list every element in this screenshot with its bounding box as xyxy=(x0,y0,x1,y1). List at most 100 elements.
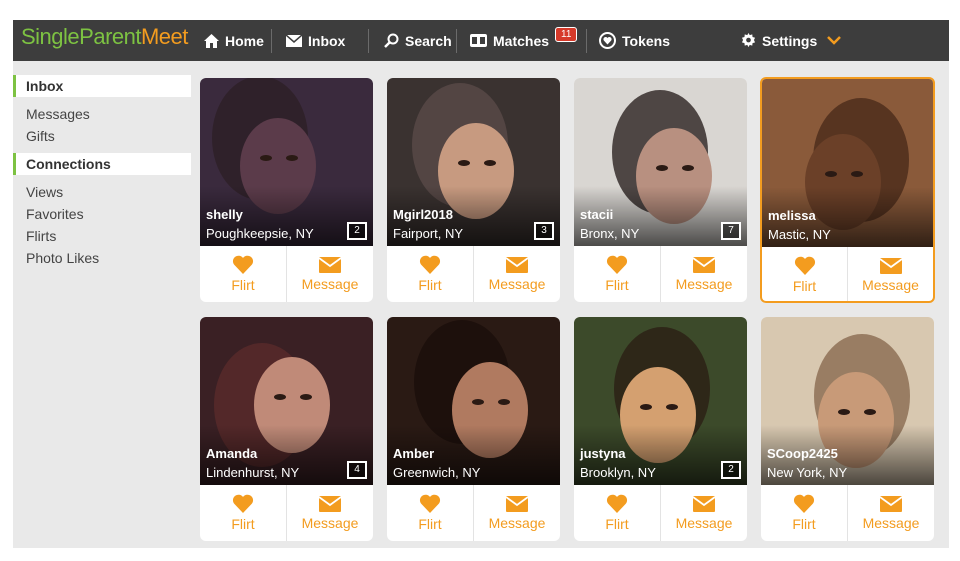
flirt-button[interactable]: Flirt xyxy=(200,485,286,541)
profile-location: Fairport, NY xyxy=(393,226,464,241)
message-label: Message xyxy=(301,514,359,531)
sidebar-item-views[interactable]: Views xyxy=(13,181,191,203)
profile-card[interactable]: justyna Brooklyn, NY 2 Flirt Message xyxy=(574,317,747,541)
profile-photo[interactable]: SCoop2425 New York, NY xyxy=(761,317,934,485)
photo-count-badge[interactable]: 2 xyxy=(347,222,367,240)
envelope-icon xyxy=(693,495,715,512)
profile-name[interactable]: shelly xyxy=(206,207,243,222)
flirt-button[interactable]: Flirt xyxy=(761,485,847,541)
profile-photo[interactable]: stacii Bronx, NY 7 xyxy=(574,78,747,246)
nav-tokens[interactable]: Tokens xyxy=(599,20,670,61)
profile-card[interactable]: SCoop2425 New York, NY Flirt Message xyxy=(761,317,934,541)
message-button[interactable]: Message xyxy=(286,485,373,541)
message-label: Message xyxy=(488,514,546,531)
message-label: Message xyxy=(675,275,733,292)
profile-photo[interactable]: melissa Mastic, NY xyxy=(762,79,933,247)
heart-icon xyxy=(606,255,628,274)
profile-name[interactable]: SCoop2425 xyxy=(767,446,838,461)
flirt-button[interactable]: Flirt xyxy=(387,246,473,302)
flirt-button[interactable]: Flirt xyxy=(574,246,660,302)
profile-actions: Flirt Message xyxy=(761,485,934,541)
nav-home[interactable]: Home xyxy=(204,20,264,61)
nav-matches[interactable]: Matches 11 xyxy=(470,20,578,61)
nav-search[interactable]: Search xyxy=(384,20,452,61)
profile-photo[interactable]: shelly Poughkeepsie, NY 2 xyxy=(200,78,373,246)
app-window: SingleParentMeet Home Inbox Search Match… xyxy=(13,20,949,548)
profile-name[interactable]: Mgirl2018 xyxy=(393,207,453,222)
profile-card[interactable]: stacii Bronx, NY 7 Flirt Message xyxy=(574,78,747,302)
message-label: Message xyxy=(301,275,359,292)
search-icon xyxy=(384,33,399,48)
photo-count-badge[interactable]: 2 xyxy=(721,461,741,479)
message-button[interactable]: Message xyxy=(847,247,933,301)
message-button[interactable]: Message xyxy=(660,246,747,302)
flirt-label: Flirt xyxy=(792,278,817,294)
message-button[interactable]: Message xyxy=(286,246,373,302)
flirt-label: Flirt xyxy=(231,277,255,293)
profile-location: Bronx, NY xyxy=(580,226,640,241)
profile-actions: Flirt Message xyxy=(574,246,747,302)
profile-card[interactable]: Amber Greenwich, NY Flirt Message xyxy=(387,317,560,541)
sidebar-heading-connections[interactable]: Connections xyxy=(13,153,191,175)
profile-photo[interactable]: Amber Greenwich, NY xyxy=(387,317,560,485)
flirt-label: Flirt xyxy=(605,277,629,293)
profile-name[interactable]: Amber xyxy=(393,446,434,461)
photo-count-badge[interactable]: 3 xyxy=(534,222,554,240)
profile-photo[interactable]: Amanda Lindenhurst, NY 4 xyxy=(200,317,373,485)
envelope-icon xyxy=(506,256,528,273)
profile-photo[interactable]: justyna Brooklyn, NY 2 xyxy=(574,317,747,485)
sidebar-heading-inbox[interactable]: Inbox xyxy=(13,75,191,97)
nav-settings[interactable]: Settings xyxy=(741,20,847,61)
matches-icon xyxy=(470,34,487,47)
brand-logo[interactable]: SingleParentMeet xyxy=(21,24,188,50)
nav-inbox-label: Inbox xyxy=(308,32,346,49)
home-icon xyxy=(204,33,219,48)
heart-icon xyxy=(419,494,441,513)
profile-card[interactable]: melissa Mastic, NY Flirt Message xyxy=(760,77,935,303)
photo-count-badge[interactable]: 7 xyxy=(721,222,741,240)
message-button[interactable]: Message xyxy=(847,485,934,541)
profile-name[interactable]: Amanda xyxy=(206,446,257,461)
gear-icon xyxy=(741,33,756,48)
sidebar-item-messages[interactable]: Messages xyxy=(13,103,191,125)
profile-card[interactable]: Mgirl2018 Fairport, NY 3 Flirt Message xyxy=(387,78,560,302)
flirt-button[interactable]: Flirt xyxy=(200,246,286,302)
profile-name[interactable]: justyna xyxy=(580,446,626,461)
sidebar: Inbox Messages Gifts Connections Views F… xyxy=(13,75,191,269)
envelope-icon xyxy=(506,495,528,512)
profile-card[interactable]: Amanda Lindenhurst, NY 4 Flirt Message xyxy=(200,317,373,541)
profile-card[interactable]: shelly Poughkeepsie, NY 2 Flirt Message xyxy=(200,78,373,302)
heart-icon xyxy=(794,256,815,275)
heart-icon xyxy=(419,255,441,274)
sidebar-item-flirts[interactable]: Flirts xyxy=(13,225,191,247)
profile-actions: Flirt Message xyxy=(762,247,933,301)
flirt-button[interactable]: Flirt xyxy=(762,247,847,301)
flirt-button[interactable]: Flirt xyxy=(387,485,473,541)
envelope-icon xyxy=(879,257,902,274)
nav-search-label: Search xyxy=(405,32,452,49)
sidebar-item-photo-likes[interactable]: Photo Likes xyxy=(13,247,191,269)
message-button[interactable]: Message xyxy=(473,485,560,541)
heart-icon xyxy=(232,255,254,274)
sidebar-item-favorites[interactable]: Favorites xyxy=(13,203,191,225)
message-label: Message xyxy=(488,275,546,292)
nav-inbox[interactable]: Inbox xyxy=(286,20,345,61)
message-label: Message xyxy=(862,514,920,531)
flirt-label: Flirt xyxy=(231,516,255,532)
profile-name[interactable]: melissa xyxy=(768,208,816,223)
message-button[interactable]: Message xyxy=(660,485,747,541)
photo-count-badge[interactable]: 4 xyxy=(347,461,367,479)
profile-photo[interactable]: Mgirl2018 Fairport, NY 3 xyxy=(387,78,560,246)
profile-location: Greenwich, NY xyxy=(393,465,481,480)
sidebar-item-gifts[interactable]: Gifts xyxy=(13,125,191,147)
flirt-button[interactable]: Flirt xyxy=(574,485,660,541)
envelope-icon xyxy=(286,34,302,47)
envelope-icon xyxy=(319,495,341,512)
message-label: Message xyxy=(675,514,733,531)
matches-count-badge: 11 xyxy=(555,27,578,42)
profile-name[interactable]: stacii xyxy=(580,207,613,222)
envelope-icon xyxy=(693,256,715,273)
message-button[interactable]: Message xyxy=(473,246,560,302)
envelope-icon xyxy=(880,495,902,512)
nav-matches-label: Matches xyxy=(493,32,550,49)
